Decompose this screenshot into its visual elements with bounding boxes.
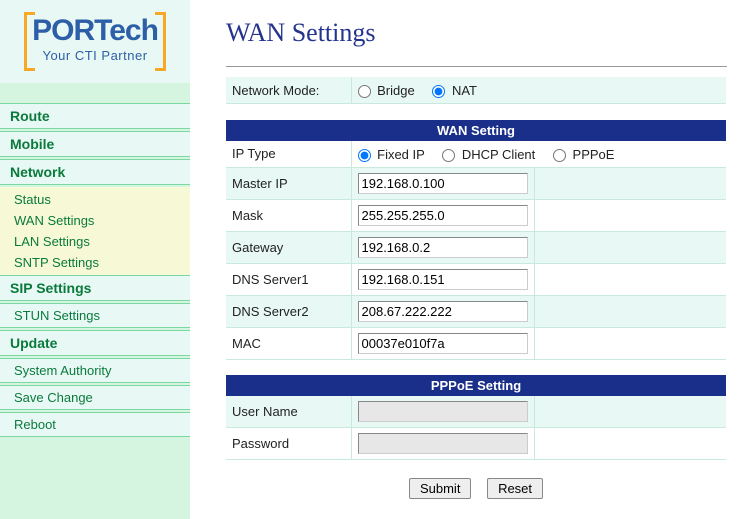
divider (226, 66, 727, 67)
mask-label: Mask (226, 199, 351, 231)
wan-section-header: WAN Setting (226, 120, 726, 141)
dns1-input[interactable] (358, 269, 528, 290)
dns1-label: DNS Server1 (226, 263, 351, 295)
nav-stun[interactable]: STUN Settings (0, 303, 190, 328)
nav-save-change[interactable]: Save Change (0, 385, 190, 410)
gateway-label: Gateway (226, 231, 351, 263)
logo: PORTech Your CTI Partner (0, 0, 190, 83)
settings-form: Network Mode: Bridge NAT WAN Setting (226, 77, 726, 460)
nav-update[interactable]: Update (0, 330, 190, 356)
mac-input[interactable] (358, 333, 528, 354)
pppoe-user-label: User Name (226, 396, 351, 428)
brand-name: PORTech (32, 14, 158, 48)
nav-network[interactable]: Network (0, 159, 190, 185)
ip-type-label: IP Type (226, 141, 351, 168)
nav-network-submenu: Status WAN Settings LAN Settings SNTP Se… (0, 187, 190, 275)
gateway-input[interactable] (358, 237, 528, 258)
page-title: WAN Settings (226, 18, 727, 48)
nav-sub-wan[interactable]: WAN Settings (0, 210, 190, 231)
network-mode-nat-option[interactable]: NAT (432, 83, 477, 98)
pppoe-pass-label: Password (226, 428, 351, 460)
ip-type-pppoe-option[interactable]: PPPoE (553, 147, 615, 162)
radio-fixed-ip[interactable] (358, 149, 371, 162)
nav-sys-authority[interactable]: System Authority (0, 358, 190, 383)
dns2-label: DNS Server2 (226, 295, 351, 327)
radio-dhcp[interactable] (442, 149, 455, 162)
dns2-input[interactable] (358, 301, 528, 322)
radio-bridge[interactable] (358, 85, 371, 98)
pppoe-user-input[interactable] (358, 401, 528, 422)
ip-type-dhcp-option[interactable]: DHCP Client (442, 147, 539, 162)
radio-fixed-ip-label: Fixed IP (377, 147, 424, 162)
network-mode-bridge-option[interactable]: Bridge (358, 83, 419, 98)
master-ip-input[interactable] (358, 173, 528, 194)
nav-sub-status[interactable]: Status (0, 189, 190, 210)
pppoe-section-header: PPPoE Setting (226, 375, 726, 396)
ip-type-fixed-option[interactable]: Fixed IP (358, 147, 429, 162)
nav-sub-lan[interactable]: LAN Settings (0, 231, 190, 252)
sidebar: PORTech Your CTI Partner Route Mobile Ne… (0, 0, 190, 519)
master-ip-label: Master IP (226, 167, 351, 199)
radio-bridge-label: Bridge (377, 83, 415, 98)
brand-tagline: Your CTI Partner (32, 48, 158, 63)
button-row: Submit Reset (226, 478, 726, 499)
nav-reboot[interactable]: Reboot (0, 412, 190, 437)
mac-label: MAC (226, 327, 351, 359)
mask-input[interactable] (358, 205, 528, 226)
main-content: WAN Settings Network Mode: Bridge NAT (190, 0, 747, 519)
nav-route[interactable]: Route (0, 103, 190, 129)
reset-button[interactable]: Reset (487, 478, 543, 499)
radio-dhcp-label: DHCP Client (462, 147, 535, 162)
nav-sub-sntp[interactable]: SNTP Settings (0, 252, 190, 273)
submit-button[interactable]: Submit (409, 478, 471, 499)
nav-mobile[interactable]: Mobile (0, 131, 190, 157)
nav-sip[interactable]: SIP Settings (0, 275, 190, 301)
radio-pppoe-label: PPPoE (573, 147, 615, 162)
radio-pppoe[interactable] (553, 149, 566, 162)
network-mode-label: Network Mode: (226, 77, 351, 104)
radio-nat-label: NAT (452, 83, 477, 98)
pppoe-pass-input[interactable] (358, 433, 528, 454)
radio-nat[interactable] (432, 85, 445, 98)
